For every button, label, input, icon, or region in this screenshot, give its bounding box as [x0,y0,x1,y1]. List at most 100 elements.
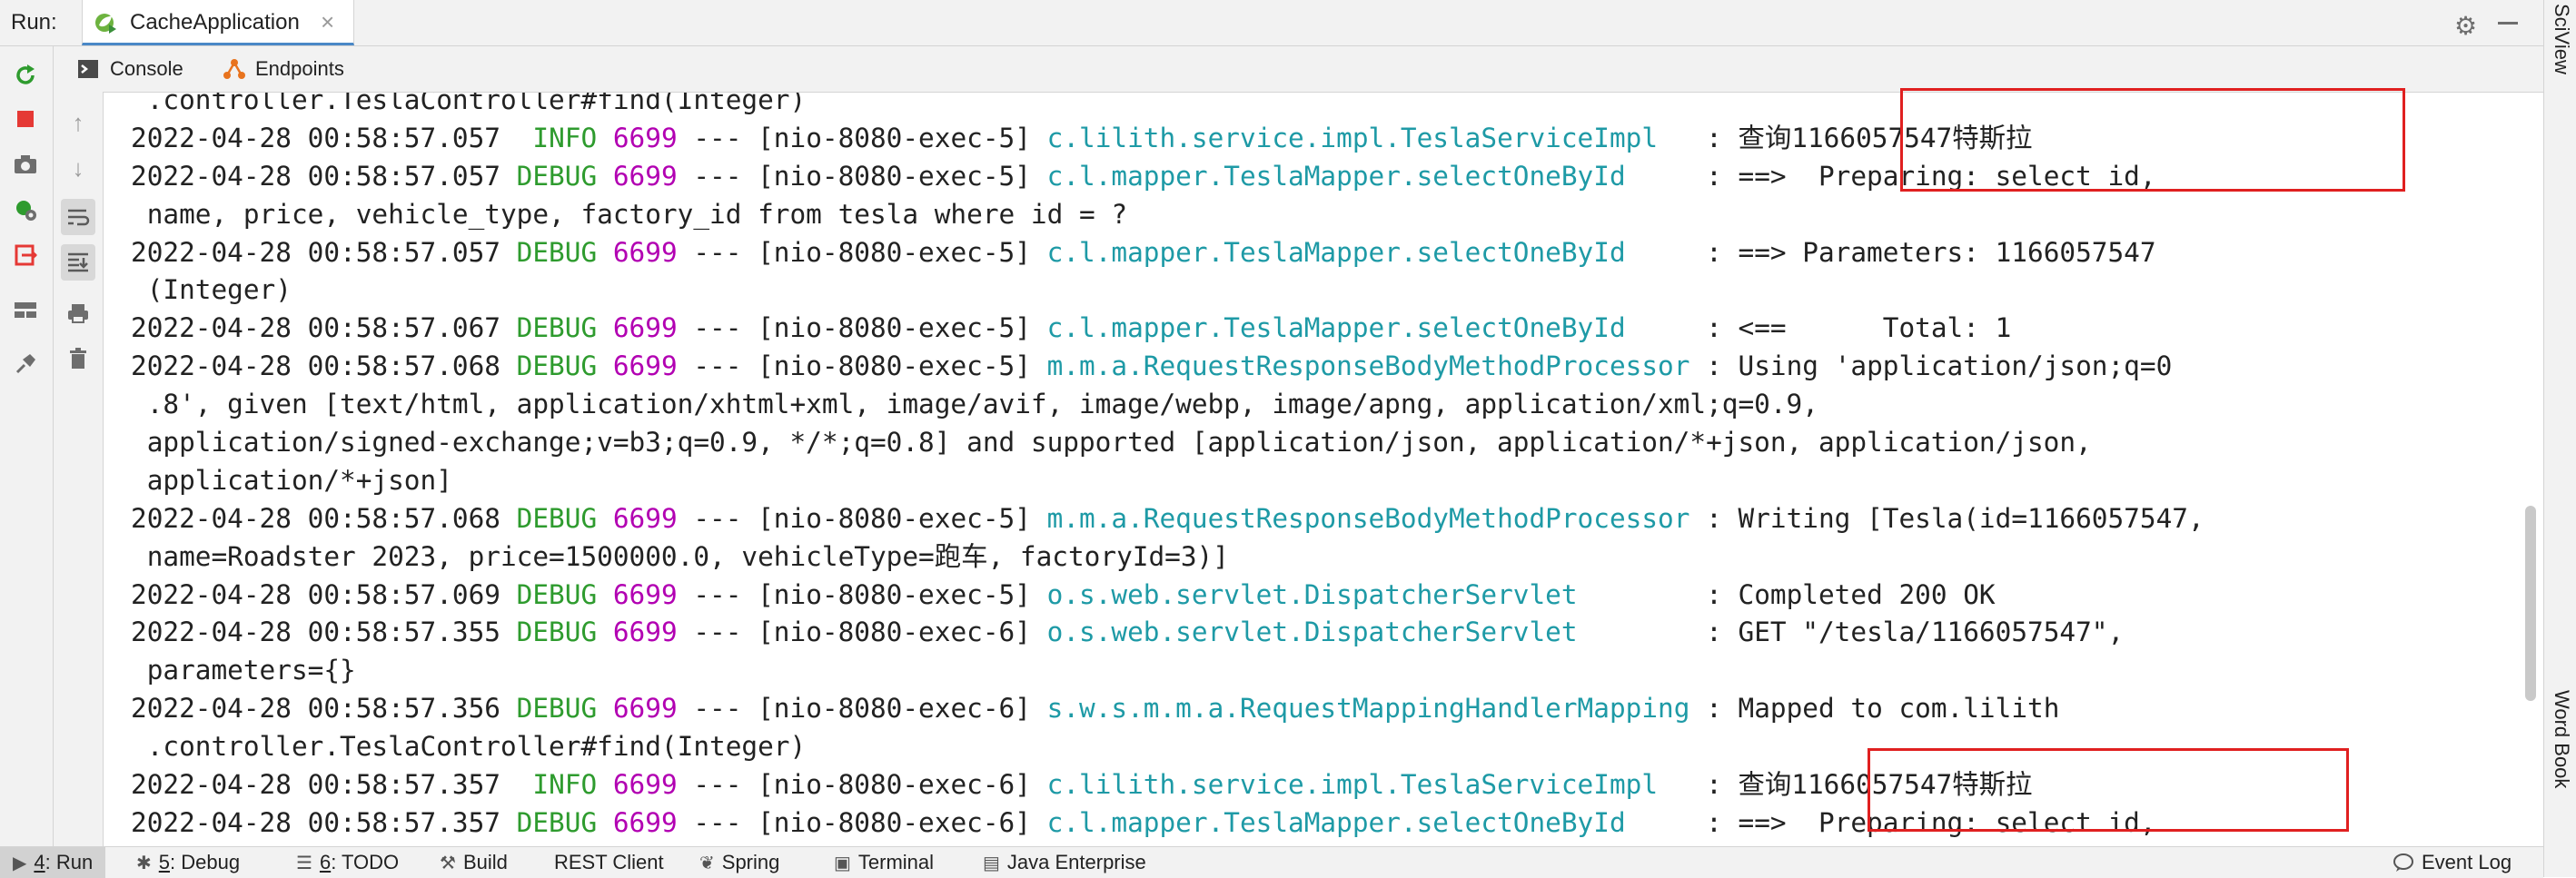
soft-wrap-icon [68,209,90,226]
bottom-tab-build[interactable]: ⚒ Build [440,847,508,878]
scrollbar-thumb[interactable] [2525,506,2536,701]
bottom-tab-label: REST Client [554,851,664,873]
soft-wrap-button[interactable] [61,199,95,235]
tab-endpoints-label: Endpoints [255,57,344,80]
run-toolbar: Run: CacheApplication × ⚙ [0,0,2543,46]
hammer-icon: ⚒ [440,853,456,873]
stop-button[interactable] [7,101,44,137]
camera-icon [15,155,36,173]
right-tool-strip: SciView Word Book [2543,0,2576,877]
bottom-tab-todo[interactable]: ☰ 6: TODO [296,847,399,878]
console-scrollbar[interactable] [2518,93,2543,846]
log-level: DEBUG [516,312,598,344]
bottom-tab-label: Spring [721,851,780,873]
console-line: 2022-04-28 00:58:57.057 DEBUG 6699 --- [… [131,158,2204,196]
log-level: DEBUG [516,350,598,382]
bottom-tab-terminal[interactable]: ▣ Terminal [834,847,934,878]
bottom-tab-java-enterprise[interactable]: ▤ Java Enterprise [983,847,1146,878]
logger-name: c.lilith.service.impl.TeslaServiceImpl [1046,122,1659,153]
word-book-tool-tab[interactable]: Word Book [2550,690,2573,788]
process-id: 6699 [612,806,678,838]
log-text: 2022-04-28 00:58:57.067 [131,312,517,344]
bottom-tab-label: Terminal [857,851,935,873]
process-id: 6699 [612,312,678,344]
play-icon: ▶ [13,853,27,873]
console-line: application/*+json] [131,462,2204,500]
scroll-down-button[interactable]: ↓ [61,150,95,186]
terminal-icon: ▣ [834,853,851,873]
log-text: : <== Total: 1 [1625,312,2012,344]
tab-console-label: Console [110,57,183,80]
console-line: 2022-04-28 00:58:57.069 DEBUG 6699 --- [… [131,577,2204,615]
bottom-tab-label: Java Enterprise [1006,851,1146,873]
dump-threads-button[interactable] [7,146,44,183]
log-text: --- [nio-8080-exec-5] [677,236,1047,268]
gear-icon[interactable]: ⚙ [2454,11,2477,41]
process-id: 6699 [612,160,678,192]
console-line: (Integer) [131,271,2204,310]
console-line: 2022-04-28 00:58:57.068 DEBUG 6699 --- [… [131,348,2204,386]
process-id: 6699 [612,617,678,648]
log-text: 2022-04-28 00:58:57.357 [131,806,517,838]
ide-run-window: Run: CacheApplication × ⚙ SciView Word B… [0,0,2576,878]
highlight-box-second-query [1868,748,2349,832]
process-id: 6699 [612,578,678,610]
console-icon [78,60,98,78]
bottom-tab-debug[interactable]: ✱ 5: Debug [136,847,240,878]
log-text: : Using 'application/json;q=0 [1689,350,2173,382]
rerun-button[interactable] [7,57,44,94]
tab-console[interactable]: Console [77,46,183,92]
speech-bubble-icon [2393,853,2413,872]
pin-button[interactable] [7,346,44,382]
event-log-label: Event Log [2422,851,2512,873]
process-id: 6699 [612,350,678,382]
console-line: name=Roadster 2023, price=1500000.0, veh… [131,538,2204,577]
exit-button[interactable] [7,237,44,273]
bottom-tool-window-bar: Event Log ▶ 4: Run ✱ 5: Debug ☰ 6: TODO ⚒ Build… [0,846,2543,878]
log-text: application/signed-exchange;v=b3;q=0.9, … [131,427,2092,459]
process-id: 6699 [612,693,678,725]
process-id: 6699 [612,236,678,268]
console-line: 2022-04-28 00:58:57.057 INFO 6699 --- [n… [131,120,2204,158]
debug-actions-button[interactable] [7,192,44,228]
tab-cache-application[interactable]: CacheApplication × [82,0,354,45]
print-button[interactable] [61,295,95,331]
console-output[interactable]: .controller.TeslaController#find(Integer… [104,93,2518,846]
logger-name: o.s.web.servlet.DispatcherServlet [1046,617,1578,648]
log-text: 2022-04-28 00:58:57.357 [131,769,533,801]
console-line: name, price, vehicle_type, factory_id fr… [131,196,2204,234]
run-label: Run: [11,10,57,35]
log-text: : Writing [Tesla(id=1166057547, [1689,502,2204,534]
console-line: parameters={} [131,652,2204,690]
close-tab-icon[interactable]: × [321,8,334,36]
logger-name: c.l.mapper.TeslaMapper.selectOneById [1046,312,1626,344]
log-text: : ==> Parameters: 1166057547 [1625,236,2156,268]
log-text: --- [nio-8080-exec-6] [677,769,1047,801]
sciview-tool-tab[interactable]: SciView [2550,4,2573,74]
log-text: (Integer) [131,274,292,306]
arrow-up-icon: ↑ [72,108,84,136]
log-text: name, price, vehicle_type, factory_id fr… [131,198,1128,230]
log-text: 2022-04-28 00:58:57.057 [131,236,517,268]
bottom-tab-spring[interactable]: ❦ Spring [699,847,779,878]
log-level: INFO [532,122,598,153]
layout-button[interactable] [7,291,44,328]
trash-icon [70,348,86,369]
bottom-tab-label: : Debug [170,851,241,873]
bottom-tab-rest-client[interactable]: REST Client [554,847,664,878]
clear-all-button[interactable] [61,340,95,377]
scroll-to-end-button[interactable] [61,244,95,281]
event-log-button[interactable]: Event Log [2393,847,2512,878]
tab-endpoints[interactable]: Endpoints [223,46,344,92]
highlight-box-first-query [1900,88,2405,192]
java-enterprise-icon: ▤ [983,853,1000,873]
log-text: --- [nio-8080-exec-5] [677,502,1047,534]
bottom-tab-run[interactable]: ▶ 4: Run [0,847,106,878]
print-icon [68,304,88,323]
scroll-up-button[interactable]: ↑ [61,104,95,141]
minimize-icon[interactable] [2498,22,2518,25]
